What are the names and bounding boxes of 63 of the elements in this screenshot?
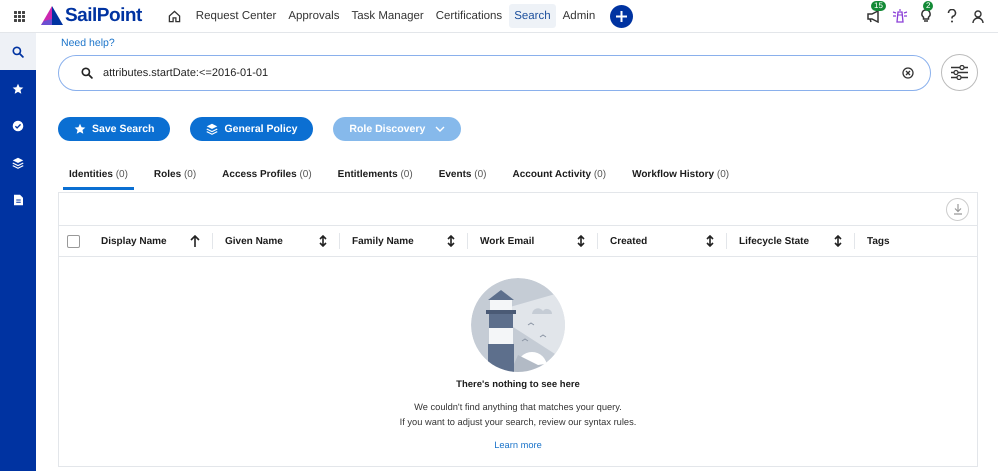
help-link[interactable]: Need help?	[61, 37, 115, 49]
filter-button[interactable]	[941, 54, 978, 91]
nav-link[interactable]: Task Manager	[346, 4, 429, 28]
count-badge: 15	[871, 1, 886, 11]
nav-link[interactable]: Admin	[558, 4, 600, 28]
search-icon	[81, 66, 93, 78]
result-tab[interactable]: Identities (0)	[63, 165, 134, 190]
sidebar-item[interactable]	[0, 33, 36, 70]
layers-icon	[12, 156, 24, 168]
sort-icon[interactable]	[319, 235, 327, 247]
sail-logo-icon	[41, 6, 63, 26]
column-header[interactable]: Given Name	[225, 236, 283, 246]
star-icon	[12, 82, 24, 94]
empty-state-title: There's nothing to see here	[456, 379, 580, 390]
result-tab[interactable]: Entitlements (0)	[332, 165, 419, 190]
select-all-checkbox[interactable]	[67, 234, 80, 248]
layers-icon	[206, 123, 218, 135]
result-tab[interactable]: Account Activity (0)	[506, 165, 612, 190]
user-icon[interactable]	[972, 10, 984, 22]
column-header[interactable]: Lifecycle State	[739, 236, 810, 246]
nav-link[interactable]: Certifications	[430, 4, 508, 28]
logo-text[interactable]: SailPoint	[65, 5, 142, 27]
empty-state-message: We couldn't find anything that matches your query. If you want to adjust your search, review our syntax rules.	[400, 401, 636, 429]
nav-link[interactable]: Search	[509, 4, 556, 28]
clear-icon[interactable]	[902, 66, 914, 78]
megaphone-icon[interactable]	[867, 10, 881, 22]
column-header[interactable]: Tags	[867, 236, 890, 246]
sort-icon[interactable]	[577, 235, 585, 247]
nav-link[interactable]: Approvals	[283, 4, 344, 28]
help-icon[interactable]	[947, 9, 957, 23]
search-bar[interactable]: attributes.startDate:<=2016-01-01	[58, 54, 931, 90]
action-button[interactable]: General Policy	[190, 117, 314, 141]
chevron-down-icon	[435, 126, 446, 132]
sort-up-icon[interactable]	[190, 235, 200, 247]
star-icon	[74, 123, 86, 135]
lighthouse-icon[interactable]	[892, 9, 908, 23]
home-icon[interactable]	[168, 10, 181, 22]
search-field[interactable]: attributes.startDate:<=2016-01-01	[103, 66, 892, 78]
column-header[interactable]: Display Name	[101, 236, 167, 246]
column-header[interactable]: Family Name	[352, 236, 414, 246]
sort-icon[interactable]	[834, 235, 842, 247]
apps-grid-icon[interactable]	[14, 10, 25, 22]
document-icon	[12, 194, 24, 206]
count-badge: 2	[923, 1, 934, 11]
sort-icon[interactable]	[447, 235, 455, 247]
result-tab[interactable]: Workflow History (0)	[626, 165, 736, 190]
sliders-icon	[951, 65, 968, 80]
download-icon	[952, 204, 962, 214]
lightbulb-icon[interactable]	[920, 9, 932, 23]
action-button[interactable]: Save Search	[58, 117, 170, 141]
check-circle-icon	[12, 120, 24, 132]
learn-more-link[interactable]: Learn more	[494, 440, 542, 450]
result-tab[interactable]: Roles (0)	[148, 165, 202, 190]
nav-link[interactable]: Request Center	[190, 4, 282, 28]
sort-icon[interactable]	[706, 235, 714, 247]
add-button[interactable]	[610, 4, 634, 28]
result-tab[interactable]: Access Profiles (0)	[216, 165, 318, 190]
column-header[interactable]: Work Email	[480, 236, 534, 246]
plus-icon	[616, 10, 628, 22]
result-tab[interactable]: Events (0)	[432, 165, 493, 190]
download-button[interactable]	[946, 198, 969, 220]
search-icon	[12, 46, 24, 58]
column-header[interactable]: Created	[610, 236, 648, 246]
